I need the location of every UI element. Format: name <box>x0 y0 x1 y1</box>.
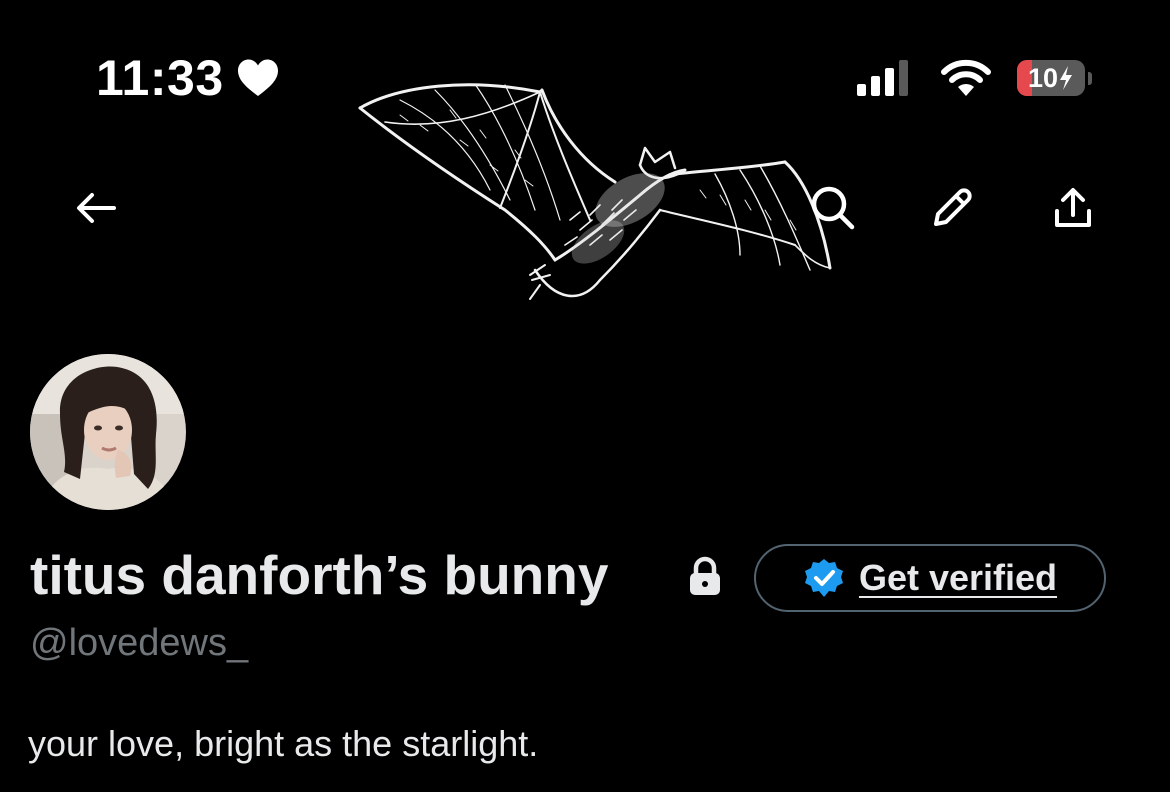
get-verified-button[interactable]: Get verified <box>754 544 1106 612</box>
battery-percent: 10 <box>1027 62 1059 93</box>
battery-icon: 10 <box>1017 60 1085 96</box>
wifi-icon <box>941 59 991 96</box>
profile-handle: @lovedews_ <box>30 622 249 664</box>
battery-cap <box>1088 71 1092 85</box>
back-button[interactable] <box>66 178 126 238</box>
search-icon <box>811 186 855 230</box>
get-verified-label: Get verified <box>858 557 1058 598</box>
lock-icon <box>690 556 720 595</box>
battery-group: 10 <box>1017 60 1092 96</box>
edit-pencil-icon <box>934 188 972 226</box>
share-button[interactable] <box>1043 178 1103 238</box>
charging-bolt-icon <box>1060 66 1073 90</box>
battery-label: 10 <box>1028 63 1074 94</box>
status-time-group: 11:33 <box>96 48 280 108</box>
display-name: titus danforth’s bunny <box>30 544 609 606</box>
back-arrow-icon <box>77 193 116 223</box>
heart-icon <box>237 59 278 96</box>
profile-screen: 11:33 10 titus danforth’s bunny Get veri… <box>0 0 1170 792</box>
status-time: 11:33 <box>96 50 224 106</box>
profile-bio: your love, bright as the starlight. <box>28 723 539 764</box>
avatar-photo <box>30 354 186 510</box>
avatar[interactable] <box>26 350 190 514</box>
edit-button[interactable] <box>922 178 982 238</box>
verified-badge-icon <box>804 559 843 597</box>
search-button[interactable] <box>803 178 863 238</box>
header-bat-illustration[interactable] <box>340 70 840 320</box>
share-icon <box>1055 188 1091 227</box>
status-right-group: 10 <box>857 54 1092 102</box>
cellular-signal-icon <box>857 60 908 96</box>
